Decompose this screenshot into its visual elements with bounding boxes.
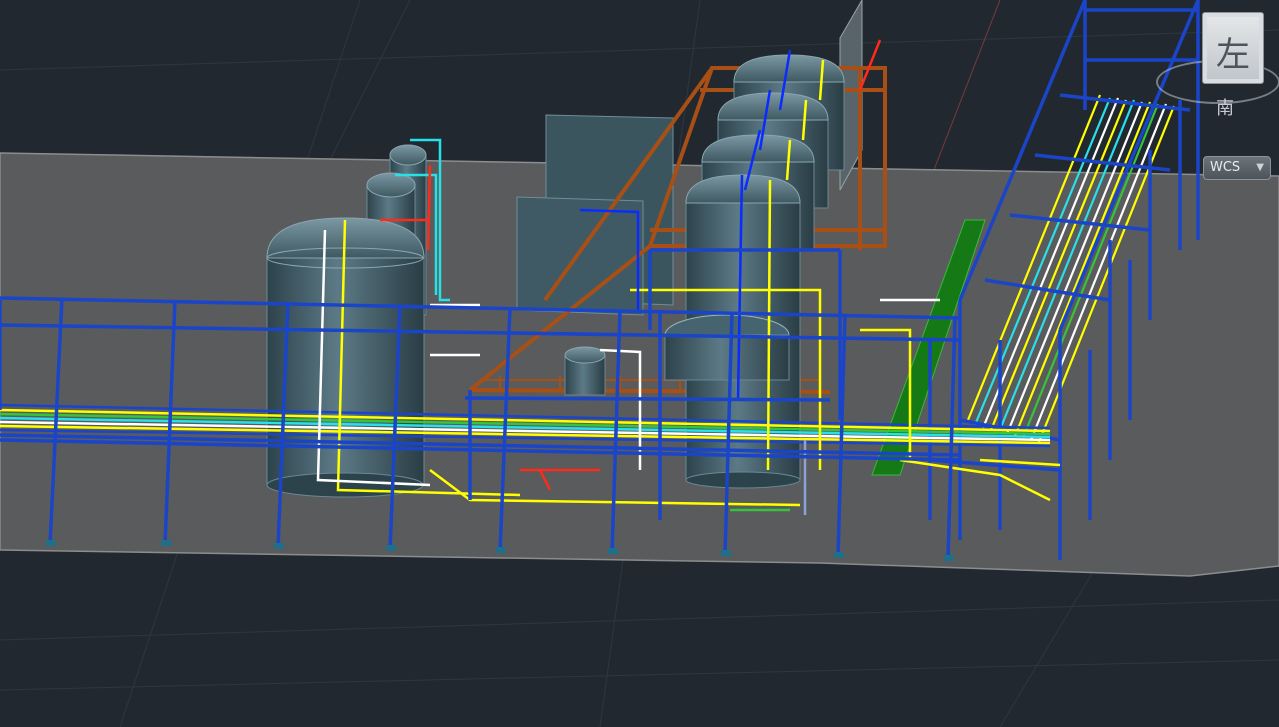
ucs-dropdown-label: WCS <box>1210 160 1241 175</box>
view-cube[interactable]: 左 南 <box>1150 8 1279 123</box>
ucs-dropdown[interactable]: WCS ▼ <box>1203 156 1271 180</box>
plant-3d-model[interactable] <box>0 0 1279 727</box>
chevron-down-icon: ▼ <box>1256 162 1264 173</box>
large-storage-tank <box>266 217 425 498</box>
model-viewport[interactable]: 左 南 WCS ▼ <box>0 0 1279 727</box>
small-pumps <box>564 346 606 396</box>
axis-line <box>929 0 1001 181</box>
view-cube-face-label: 左 <box>1216 35 1250 75</box>
view-cube-face[interactable]: 左 <box>1202 12 1264 84</box>
compass-direction-label: 南 <box>1216 98 1234 119</box>
